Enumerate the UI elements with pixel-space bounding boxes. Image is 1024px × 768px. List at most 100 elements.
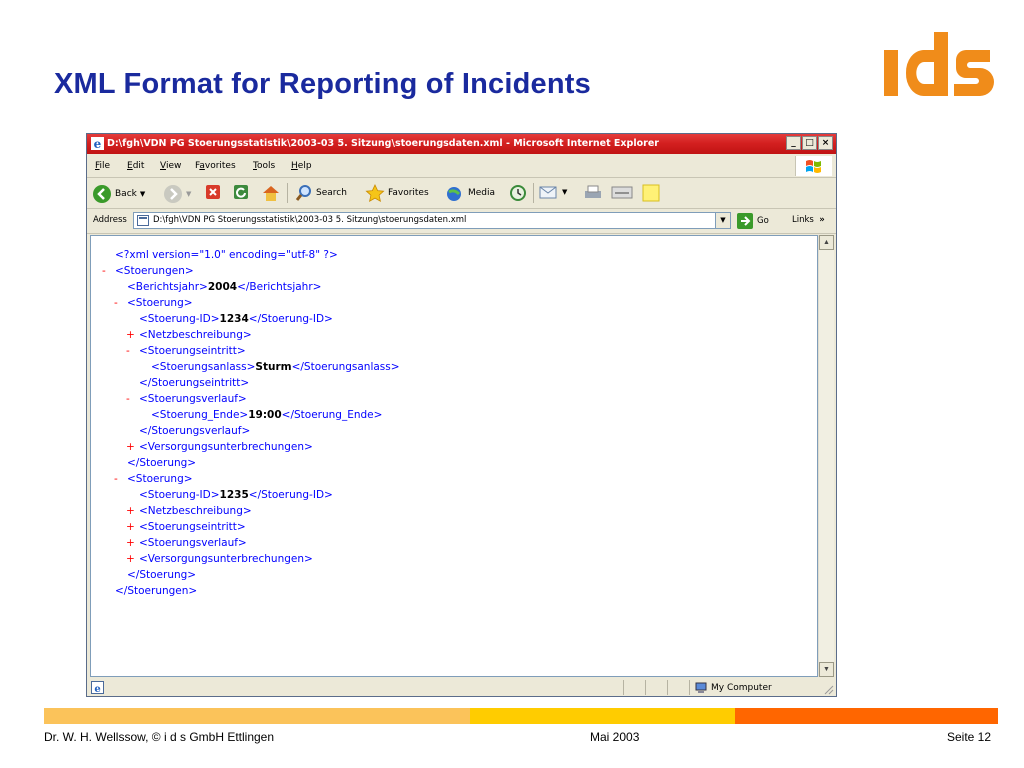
xml-line: <Stoerung_Ende>19:00</Stoerung_Ende> <box>151 409 382 421</box>
xml-tag: <Stoerung-ID> <box>139 313 220 325</box>
edit-button[interactable] <box>611 184 633 200</box>
back-dropdown-icon[interactable]: ▼ <box>140 190 145 198</box>
xml-close-tag: </Stoerung_Ende> <box>281 409 383 421</box>
mail-button[interactable]: ▼ <box>539 184 567 200</box>
address-input[interactable]: D:\fgh\VDN PG Stoerungsstatistik\2003-03… <box>133 212 731 229</box>
expand-marker[interactable]: + <box>126 505 135 517</box>
expand-marker[interactable]: + <box>126 441 135 453</box>
xml-value: 1234 <box>219 313 249 325</box>
xml-tag: <Stoerungen> <box>115 265 194 277</box>
menu-edit[interactable]: Edit <box>127 161 144 171</box>
footer-page-number: Seite 12 <box>947 730 992 744</box>
expand-marker[interactable]: + <box>126 537 135 549</box>
xml-line[interactable]: - <Stoerungsverlauf> <box>126 393 247 405</box>
xml-content-pane[interactable]: <?xml version="1.0" encoding="utf-8" ?> -… <box>90 235 818 677</box>
scroll-up-icon[interactable]: ▲ <box>819 235 834 250</box>
xml-line: </Stoerungsverlauf> <box>139 425 250 437</box>
go-button[interactable]: Go <box>737 213 769 229</box>
stop-button[interactable] <box>205 184 221 200</box>
messenger-button[interactable] <box>642 184 660 202</box>
svg-text:e: e <box>94 684 100 694</box>
expand-marker[interactable]: + <box>126 329 135 341</box>
refresh-icon <box>234 185 248 199</box>
minimize-button[interactable]: _ <box>786 136 801 150</box>
xml-tag: <?xml version="1.0" encoding="utf-8" ?> <box>115 249 338 261</box>
xml-line[interactable]: + <Stoerungseintritt> <box>126 521 246 533</box>
ie-icon: e <box>91 137 104 150</box>
xml-line[interactable]: - <Stoerung> <box>114 473 193 485</box>
media-button[interactable]: Media <box>445 184 495 202</box>
xml-line: <Stoerungsanlass>Sturm</Stoerungsanlass> <box>151 361 400 373</box>
mail-dropdown-icon[interactable]: ▼ <box>562 188 567 196</box>
security-zone: My Computer <box>695 682 772 694</box>
footer-bar-yellow <box>470 708 735 724</box>
history-button[interactable] <box>509 184 527 202</box>
collapse-marker[interactable]: - <box>126 345 130 357</box>
expand-marker[interactable]: + <box>126 521 135 533</box>
xml-line: <Berichtsjahr>2004</Berichtsjahr> <box>127 281 321 293</box>
xml-tag: <Stoerungsanlass> <box>151 361 256 373</box>
collapse-marker[interactable]: - <box>114 473 118 485</box>
back-arrow-icon <box>93 185 111 203</box>
search-icon <box>295 185 311 201</box>
address-label: Address <box>93 215 127 225</box>
close-button[interactable]: × <box>818 136 833 150</box>
menu-file[interactable]: File <box>95 161 110 171</box>
footer-author: Dr. W. H. Wellssow, © i d s GmbH Ettling… <box>44 730 275 744</box>
collapse-marker[interactable]: - <box>102 265 106 277</box>
refresh-button[interactable] <box>233 184 249 200</box>
windows-flag-icon <box>795 156 832 176</box>
forward-button[interactable]: ▼ <box>163 184 191 204</box>
xml-tag: <Stoerungseintritt> <box>139 345 246 357</box>
home-button[interactable] <box>261 184 281 202</box>
xml-line[interactable]: + <Netzbeschreibung> <box>126 329 252 341</box>
scroll-down-icon[interactable]: ▼ <box>819 662 834 677</box>
collapse-marker[interactable]: - <box>126 393 130 405</box>
favorites-button[interactable]: Favorites <box>365 184 429 202</box>
search-button[interactable]: Search <box>295 184 347 202</box>
vertical-scrollbar[interactable]: ▲ ▼ <box>818 235 834 677</box>
xml-tag: </Stoerungsverlauf> <box>139 425 251 437</box>
xml-line: <?xml version="1.0" encoding="utf-8" ?> <box>115 249 338 261</box>
menu-tools[interactable]: Tools <box>253 161 275 171</box>
forward-arrow-icon <box>164 185 182 203</box>
go-arrow-icon <box>737 213 753 229</box>
menu-help[interactable]: Help <box>291 161 312 171</box>
links-button[interactable]: Links » <box>792 215 825 225</box>
xml-tag: <Stoerungseintritt> <box>139 521 246 533</box>
xml-line[interactable]: + <Netzbeschreibung> <box>126 505 252 517</box>
xml-line[interactable]: + <Versorgungsunterbrechungen> <box>126 441 313 453</box>
page-status-icon: e <box>91 681 104 694</box>
xml-line: </Stoerung> <box>127 569 196 581</box>
slide-title: XML Format for Reporting of Incidents <box>54 68 591 100</box>
xml-tag: <Stoerung> <box>127 297 193 309</box>
xml-line[interactable]: - <Stoerungseintritt> <box>126 345 246 357</box>
maximize-button[interactable]: □ <box>802 136 817 150</box>
menu-view[interactable]: View <box>160 161 181 171</box>
xml-value: 1235 <box>219 489 249 501</box>
star-icon <box>365 184 385 202</box>
footer-bar-orange <box>735 708 998 724</box>
print-button[interactable] <box>583 184 603 202</box>
back-button[interactable]: Back ▼ <box>92 184 145 204</box>
expand-marker[interactable]: + <box>126 553 135 565</box>
xml-line[interactable]: + <Versorgungsunterbrechungen> <box>126 553 313 565</box>
collapse-marker[interactable]: - <box>114 297 118 309</box>
title-bar[interactable]: e D:\fgh\VDN PG Stoerungsstatistik\2003-… <box>87 134 836 154</box>
xml-tag: </Stoerungen> <box>115 585 198 597</box>
xml-line: </Stoerungen> <box>115 585 197 597</box>
forward-dropdown-icon[interactable]: ▼ <box>186 190 191 198</box>
xml-line: </Stoerungseintritt> <box>139 377 249 389</box>
xml-line: <Stoerung-ID>1235</Stoerung-ID> <box>139 489 333 501</box>
footer-bar-light-orange <box>44 708 470 724</box>
resize-grip-icon[interactable] <box>822 683 834 695</box>
xml-line[interactable]: - <Stoerungen> <box>102 265 194 277</box>
footer-date: Mai 2003 <box>590 730 640 744</box>
xml-line[interactable]: - <Stoerung> <box>114 297 193 309</box>
ie-window: e D:\fgh\VDN PG Stoerungsstatistik\2003-… <box>86 133 837 697</box>
menu-favorites[interactable]: Favorites <box>195 161 236 171</box>
address-dropdown-icon[interactable]: ▼ <box>715 213 730 228</box>
xml-line[interactable]: + <Stoerungsverlauf> <box>126 537 247 549</box>
note-icon <box>642 184 660 202</box>
xml-value: 19:00 <box>248 409 282 421</box>
